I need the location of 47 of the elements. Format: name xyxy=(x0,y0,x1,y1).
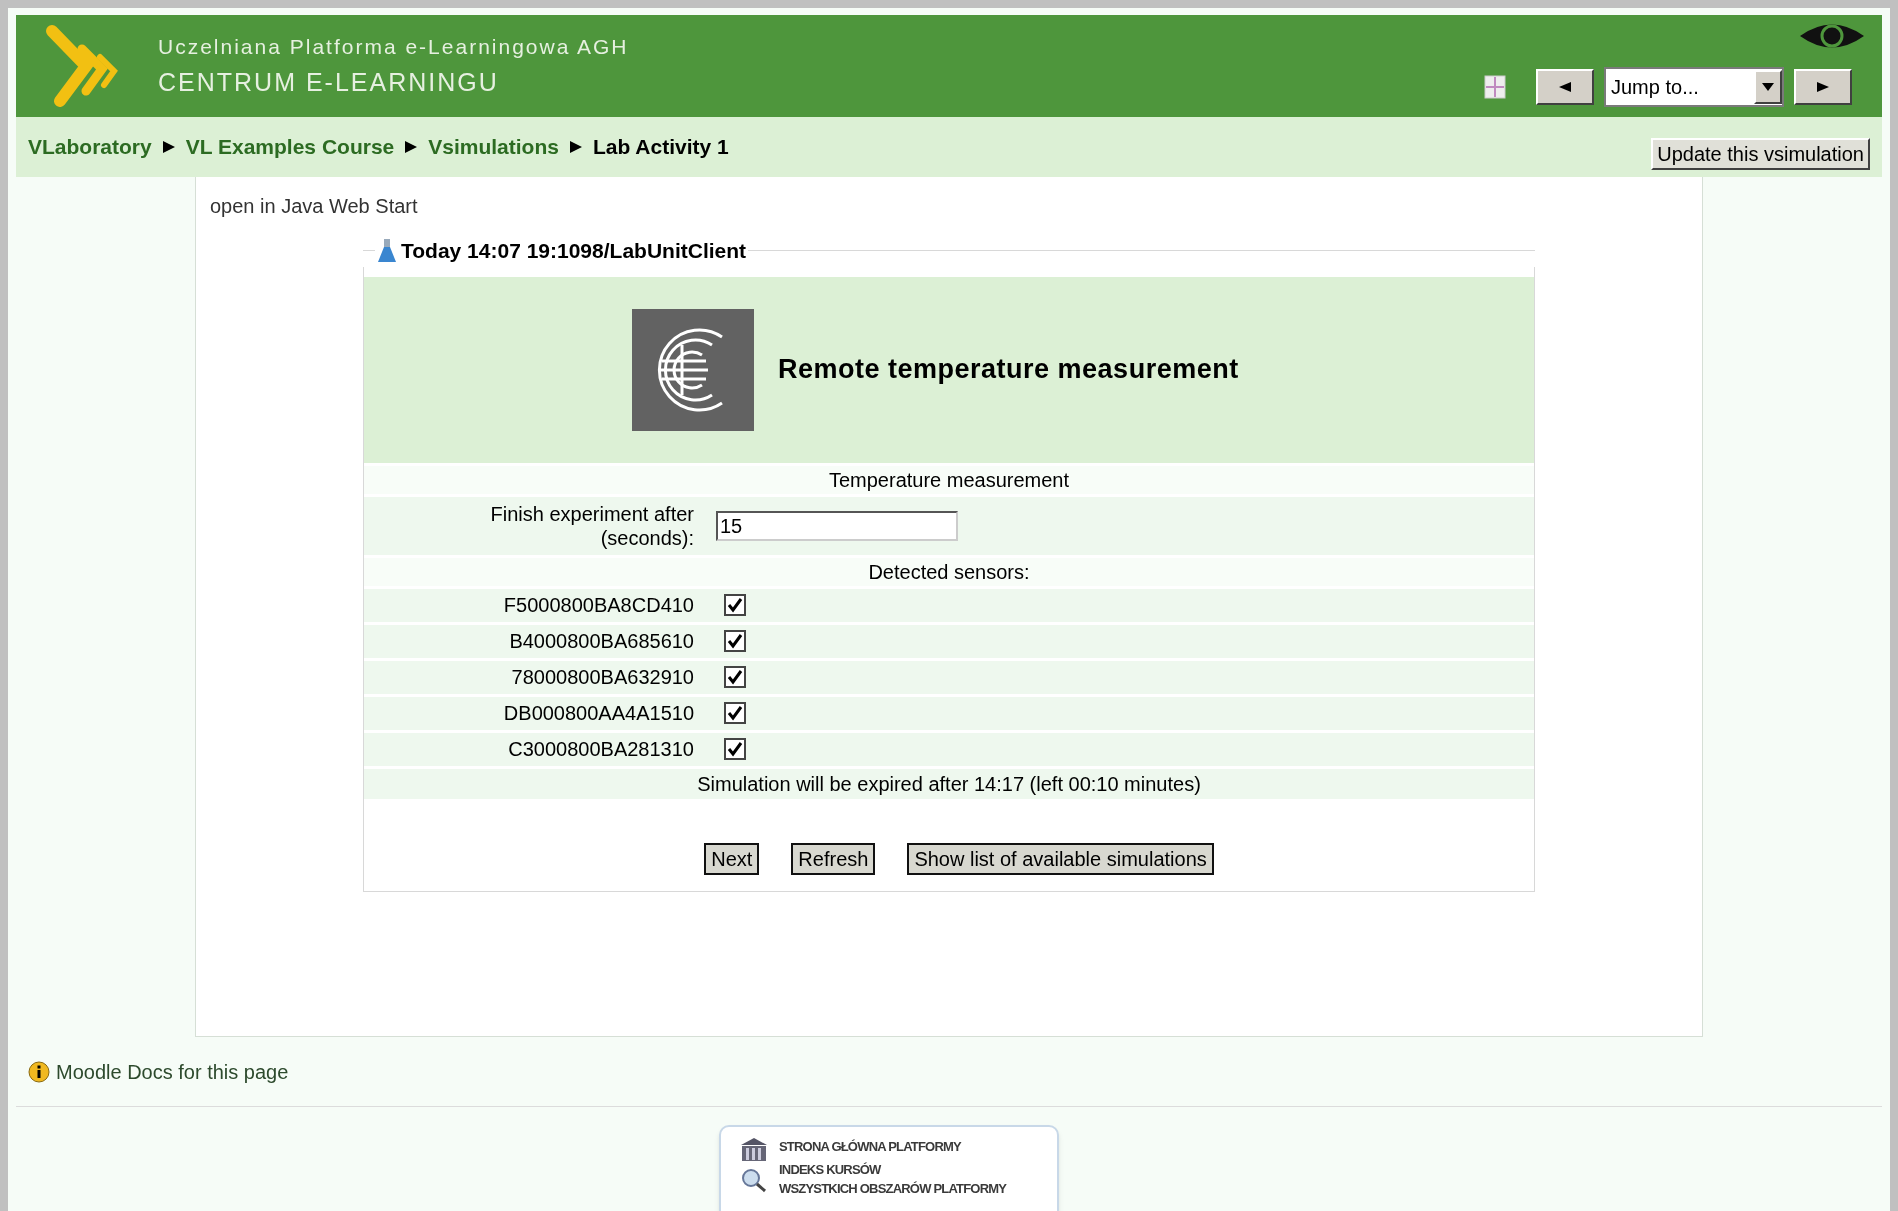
checkbox[interactable] xyxy=(724,630,746,652)
previous-arrow-icon xyxy=(1558,81,1572,93)
jump-to-dropdown[interactable]: Jump to... xyxy=(1604,67,1784,107)
antenna-logo-icon xyxy=(632,308,754,431)
java-web-start-link[interactable]: open in Java Web Start xyxy=(210,195,418,217)
activity-title: Remote temperature measurement xyxy=(778,353,1239,387)
previous-button[interactable] xyxy=(1536,69,1594,105)
dropdown-value: Jump to... xyxy=(1610,75,1700,100)
checkbox[interactable] xyxy=(724,702,746,724)
action-button[interactable]: Show list of available simulations xyxy=(907,842,1214,875)
sensors-title: Detected sensors: xyxy=(868,559,1030,585)
session-legend: Today 14:07 19:1098/LabUnitClient xyxy=(401,235,747,267)
action-button[interactable]: Refresh xyxy=(791,842,876,875)
dropdown-caret-icon xyxy=(1754,70,1782,104)
breadcrumb-link[interactable]: Vsimulations xyxy=(428,131,559,163)
footer-link[interactable]: WSZYSTKICH OBSZARÓW PLATFORMY xyxy=(779,1179,1007,1198)
sensor-id: F5000800BA8CD410 xyxy=(502,593,694,618)
sensor-id: 78000800BA632910 xyxy=(510,665,694,690)
platform-subtitle: Uczelniana Platforma e-Learningowa AGH xyxy=(158,33,629,60)
info-icon xyxy=(28,1060,50,1083)
checkbox[interactable] xyxy=(724,738,746,760)
checkbox[interactable] xyxy=(724,594,746,616)
sensor-id: C3000800BA281310 xyxy=(507,737,694,762)
update-button[interactable]: Update this vsimulation xyxy=(1651,138,1870,170)
finish-label: Finish experiment after (seconds): xyxy=(489,501,694,550)
expiry-notice: Simulation will be expired after 14:17 (left 00:10 minutes) xyxy=(697,771,1201,797)
next-arrow-icon xyxy=(1816,81,1830,93)
magnifier-icon xyxy=(739,1167,769,1193)
breadcrumb-current: Lab Activity 1 xyxy=(592,134,729,161)
breadcrumb-link[interactable]: VLaboratory xyxy=(28,131,152,163)
checkbox[interactable] xyxy=(724,666,746,688)
seconds-input[interactable]: 15 xyxy=(716,510,958,541)
next-page-button[interactable] xyxy=(1794,69,1852,105)
breadcrumb-link[interactable]: VL Examples Course xyxy=(185,131,395,163)
sensor-id: B4000800BA685610 xyxy=(508,629,694,654)
moodle-docs-link[interactable]: Moodle Docs for this page xyxy=(56,1056,289,1087)
breadcrumb-arrow-icon xyxy=(568,140,583,154)
sensor-id: DB000800AA4A1510 xyxy=(502,701,694,726)
action-button[interactable]: Next xyxy=(704,842,760,875)
section-title: Temperature measurement xyxy=(828,467,1070,493)
footer-link[interactable]: STRONA GŁÓWNA PLATFORMY xyxy=(779,1137,1007,1156)
breadcrumb-arrow-icon xyxy=(161,140,176,154)
footer-link[interactable]: INDEKS KURSÓW xyxy=(779,1160,1007,1179)
breadcrumb-arrow-icon xyxy=(404,140,419,154)
flask-icon xyxy=(377,237,397,264)
building-icon xyxy=(739,1137,769,1163)
site-title: CENTRUM E-LEARNINGU xyxy=(158,67,500,98)
